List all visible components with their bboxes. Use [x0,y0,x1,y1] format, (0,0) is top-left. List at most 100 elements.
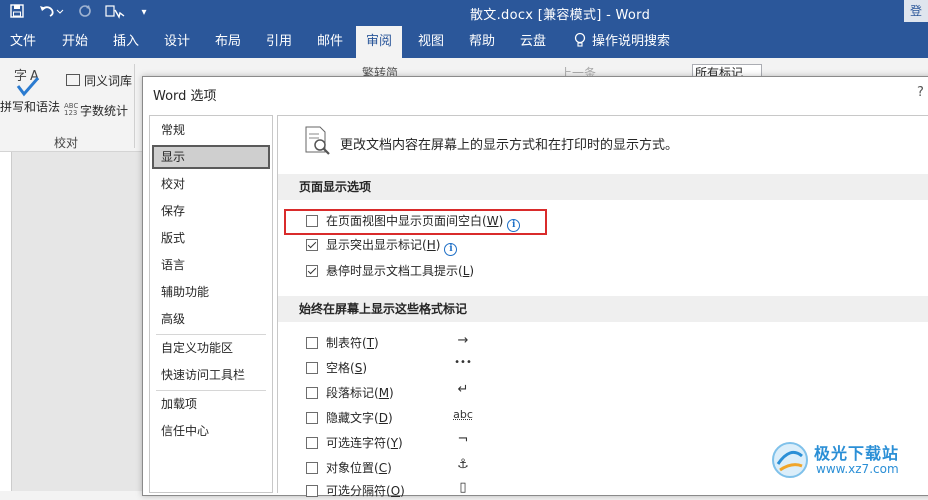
optional-breaks-label: 可选分隔符(O) [326,482,405,500]
option-suffix: ) [362,361,367,375]
word-options-dialog: Word 选项 ? 常规 显示 校对 保存 版式 语言 辅助功能 高级 自定义功… [142,76,928,496]
tab-cloud[interactable]: 云盘 [510,26,556,58]
access-key: H [427,238,436,252]
touch-mode-icon[interactable] [104,4,128,22]
tab-help[interactable]: 帮助 [459,26,505,58]
tab-home[interactable]: 开始 [52,26,98,58]
paragraph-marks-label: 段落标记(M) [326,384,394,402]
space-mark-symbol: ••• [448,357,478,368]
nav-addins[interactable]: 加载项 [152,392,270,416]
formatting-marks-section-header: 始终在屏幕上显示这些格式标记 [278,296,928,322]
optional-hyphens-label: 可选连字符(Y) [326,434,403,452]
access-key: M [379,386,389,400]
display-options-panel: 更改文档内容在屏幕上的显示方式和在打印时的显示方式。 页面显示选项 在页面视图中… [277,115,928,493]
nav-typography[interactable]: 版式 [152,226,270,250]
tab-view[interactable]: 视图 [408,26,454,58]
tab-review[interactable]: 审阅 [356,26,402,58]
info-icon[interactable]: i [444,243,457,256]
show-tooltips-checkbox[interactable] [306,265,318,277]
tab-mailings[interactable]: 邮件 [307,26,353,58]
tab-insert[interactable]: 插入 [103,26,149,58]
spelling-grammar-icon[interactable]: 字A [12,66,46,98]
paragraph-mark-symbol: ↵ [448,382,478,397]
nav-save[interactable]: 保存 [152,199,270,223]
proofing-group-label: 校对 [54,134,78,151]
nav-advanced[interactable]: 高级 [152,307,270,331]
lightbulb-icon [574,26,586,58]
nav-quick-access-toolbar[interactable]: 快速访问工具栏 [152,363,270,387]
option-suffix: ) [389,386,394,400]
nav-trust-center[interactable]: 信任中心 [152,419,270,443]
save-icon[interactable] [8,4,26,22]
option-text: 空格( [326,361,355,375]
word-count-icon: ABC 123 [64,103,80,117]
option-text: 悬停时显示文档工具提示( [326,264,463,278]
hyphen-mark-symbol: ¬ [448,432,478,447]
tab-mark-symbol: → [448,333,478,348]
nav-customize-ribbon[interactable]: 自定义功能区 [152,336,270,360]
title-bar: ▾ 散文.docx [兼容模式] - Word 登 [0,0,928,26]
document-area [0,152,142,491]
anchor-mark-symbol: ⚓ [448,457,478,472]
tab-design[interactable]: 设计 [154,26,200,58]
book-icon [66,74,80,86]
nav-divider [156,390,266,391]
option-text: 隐藏文字( [326,411,379,425]
tab-references[interactable]: 引用 [256,26,302,58]
show-tooltips-label: 悬停时显示文档工具提示(L) [326,262,474,280]
nav-proofing[interactable]: 校对 [152,172,270,196]
word-count-button[interactable]: ABC 123 字数统计 [64,102,128,119]
help-button[interactable]: ? [917,85,924,100]
tab-characters-checkbox[interactable] [306,337,318,349]
nav-accessibility[interactable]: 辅助功能 [152,280,270,304]
ribbon-divider [134,64,135,148]
spaces-label: 空格(S) [326,359,367,377]
hidden-text-label: 隐藏文字(D) [326,409,393,427]
undo-icon[interactable] [36,4,66,22]
nav-divider [156,334,266,335]
spaces-checkbox[interactable] [306,362,318,374]
watermark-name: 极光下载站 [814,440,899,464]
thesaurus-button[interactable]: 同义词库 [66,72,132,89]
option-suffix: ) [469,264,474,278]
optional-hyphens-checkbox[interactable] [306,437,318,449]
login-button[interactable]: 登 [904,0,928,22]
dialog-title: Word 选项 [153,85,217,104]
ribbon-tabs: 文件 开始 插入 设计 布局 引用 邮件 审阅 视图 帮助 云盘 操作说明搜索 [0,26,928,58]
customize-qat-icon[interactable]: ▾ [138,4,150,22]
optional-breaks-checkbox[interactable] [306,485,318,497]
show-highlighter-checkbox[interactable] [306,239,318,251]
option-suffix: ) [374,336,379,350]
spelling-grammar-button[interactable]: 拼写和语法 [0,98,60,115]
option-suffix: ) [398,436,403,450]
thesaurus-label: 同义词库 [84,74,132,88]
tab-layout[interactable]: 布局 [205,26,251,58]
option-text: 可选连字符( [326,436,391,450]
hidden-text-checkbox[interactable] [306,412,318,424]
tell-me-search[interactable]: 操作说明搜索 [570,26,680,58]
option-text: 段落标记( [326,386,379,400]
option-suffix: ) [436,238,441,252]
access-key: T [367,336,374,350]
access-key: Y [391,436,398,450]
tab-file[interactable]: 文件 [0,26,46,58]
object-anchors-checkbox[interactable] [306,462,318,474]
display-intro-text: 更改文档内容在屏幕上的显示方式和在打印时的显示方式。 [340,134,678,153]
access-key: O [391,484,400,498]
access-key: C [379,461,387,475]
document-title: 散文.docx [兼容模式] - Word [470,4,650,23]
nav-display[interactable]: 显示 [152,145,270,169]
watermark-url: www.xz7.com [816,462,899,476]
option-suffix: ) [400,484,405,498]
vertical-ruler [0,152,12,491]
svg-text:字: 字 [14,69,27,84]
option-text: 制表符( [326,336,367,350]
nav-general[interactable]: 常规 [152,118,270,142]
paragraph-marks-checkbox[interactable] [306,387,318,399]
nav-language[interactable]: 语言 [152,253,270,277]
option-text: 可选分隔符( [326,484,391,498]
redo-icon[interactable] [76,4,94,22]
site-watermark: 极光下载站 www.xz7.com [768,438,928,484]
access-key: D [379,411,388,425]
options-nav: 常规 显示 校对 保存 版式 语言 辅助功能 高级 自定义功能区 快速访问工具栏… [149,115,273,493]
